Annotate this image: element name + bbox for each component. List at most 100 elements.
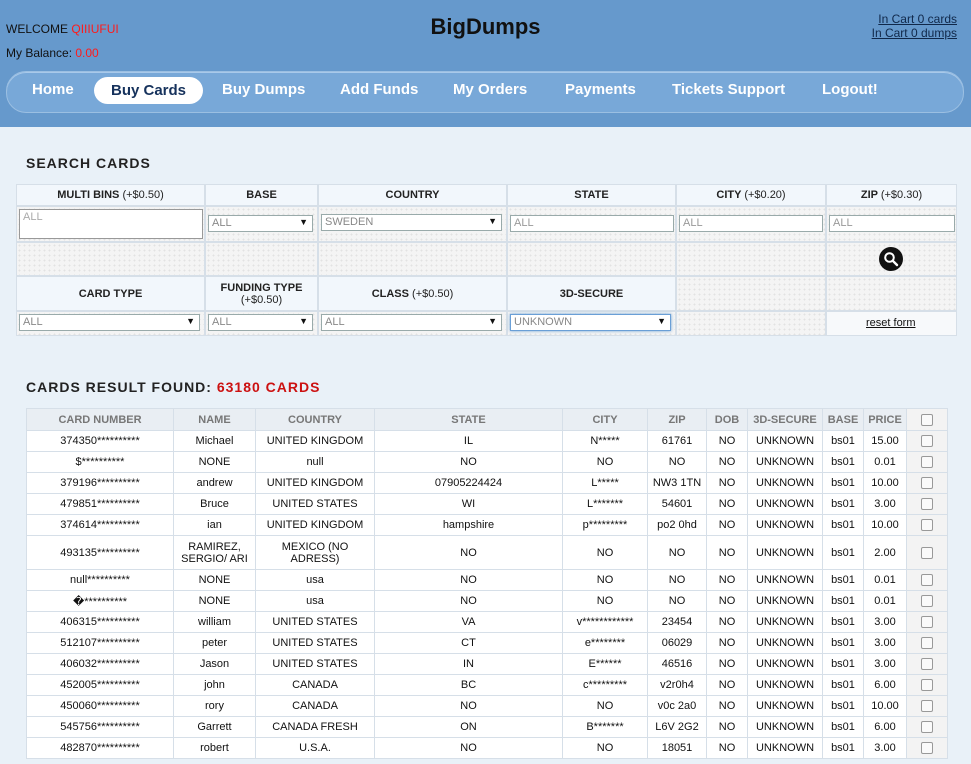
base-select-value: ALL: [212, 217, 232, 229]
cell-base: bs01: [822, 514, 864, 536]
chevron-down-icon: ▼: [186, 316, 195, 326]
cell-city: B*******: [562, 716, 648, 738]
col-select-all[interactable]: [906, 408, 948, 431]
cell-3d-secure: UNKNOWN: [747, 674, 823, 696]
row-select-cell[interactable]: [906, 590, 948, 612]
row-checkbox[interactable]: [921, 658, 933, 671]
table-row: 374350********** Michael UNITED KINGDOM IL N…: [26, 430, 948, 452]
base-select[interactable]: ALL ▼: [208, 215, 313, 232]
cell-city: NO: [562, 569, 648, 591]
row-checkbox[interactable]: [921, 546, 933, 559]
nav-my-orders[interactable]: My Orders: [453, 81, 527, 98]
row-select-cell[interactable]: [906, 611, 948, 633]
reset-form-link[interactable]: reset form: [866, 317, 916, 329]
col-state: STATE: [374, 408, 563, 431]
nav-logout[interactable]: Logout!: [822, 81, 878, 98]
city-input[interactable]: ALL: [679, 215, 823, 232]
nav-payments[interactable]: Payments: [565, 81, 636, 98]
row-checkbox[interactable]: [921, 742, 933, 755]
nav-tickets-support[interactable]: Tickets Support: [672, 81, 785, 98]
cell-country: U.S.A.: [255, 737, 375, 759]
cell-zip: L6V 2G2: [647, 716, 707, 738]
class-extra: (+$0.50): [412, 287, 454, 300]
search-button[interactable]: [879, 247, 903, 271]
multi-bins-input[interactable]: ALL: [19, 209, 203, 239]
cell-price: 3.00: [863, 632, 907, 654]
card-type-select[interactable]: ALL ▼: [19, 314, 200, 331]
class-select-value: ALL: [325, 316, 345, 328]
table-row: 545756********** Garrett CANADA FRESH ON B**…: [26, 716, 948, 738]
table-row: �********** NONE usa NO NO NO NO UNKNOWN bs01 0.0…: [26, 590, 948, 612]
cell-3d-secure: UNKNOWN: [747, 695, 823, 717]
cell-bg: [676, 276, 826, 311]
row-select-cell[interactable]: [906, 451, 948, 473]
row-checkbox[interactable]: [921, 477, 933, 490]
row-checkbox[interactable]: [921, 679, 933, 692]
cell-price: 3.00: [863, 737, 907, 759]
nav-buy-cards[interactable]: Buy Cards: [94, 77, 204, 104]
row-select-cell[interactable]: [906, 695, 948, 717]
class-select[interactable]: ALL ▼: [321, 314, 502, 331]
row-select-cell[interactable]: [906, 472, 948, 494]
cell-city: p*********: [562, 514, 648, 536]
search-title: SEARCH CARDS: [26, 155, 151, 171]
row-select-cell[interactable]: [906, 674, 948, 696]
row-select-cell[interactable]: [906, 737, 948, 759]
nav-home[interactable]: Home: [32, 81, 74, 98]
card-type-label: CARD TYPE: [78, 287, 143, 300]
zip-input[interactable]: ALL: [829, 215, 955, 232]
cell-card-number: $**********: [26, 451, 174, 473]
row-select-cell[interactable]: [906, 535, 948, 570]
row-checkbox[interactable]: [921, 574, 933, 587]
row-select-cell[interactable]: [906, 514, 948, 536]
row-checkbox[interactable]: [921, 435, 933, 448]
country-select[interactable]: SWEDEN ▼: [321, 214, 502, 231]
nav-buy-dumps[interactable]: Buy Dumps: [222, 81, 305, 98]
cell-dob: NO: [706, 695, 748, 717]
cell-base: bs01: [822, 632, 864, 654]
cart-dumps-link[interactable]: In Cart 0 dumps: [872, 26, 957, 40]
table-row: 379196********** andrew UNITED KINGDOM 0790…: [26, 472, 948, 494]
row-checkbox[interactable]: [921, 595, 933, 608]
nav-add-funds[interactable]: Add Funds: [340, 81, 418, 98]
row-checkbox[interactable]: [921, 637, 933, 650]
row-checkbox[interactable]: [921, 721, 933, 734]
cell-dob: NO: [706, 430, 748, 452]
row-select-cell[interactable]: [906, 569, 948, 591]
select-all-checkbox[interactable]: [921, 413, 933, 426]
cell-card-number: 374350**********: [26, 430, 174, 452]
header-funding-type: FUNDING TYPE (+$0.50): [205, 276, 318, 311]
3d-secure-select[interactable]: UNKNOWN ▼: [510, 314, 671, 331]
cell-zip: 46516: [647, 653, 707, 675]
cell-base: bs01: [822, 569, 864, 591]
cell-price: 3.00: [863, 493, 907, 515]
site-title: BigDumps: [430, 14, 541, 39]
cell-dob: NO: [706, 535, 748, 570]
row-checkbox[interactable]: [921, 498, 933, 511]
cell-3d-secure: UNKNOWN: [747, 535, 823, 570]
row-select-cell[interactable]: [906, 632, 948, 654]
zip-label: ZIP: [860, 189, 878, 201]
table-row: 452005********** john CANADA BC c********* v2…: [26, 674, 948, 696]
cell-dob: NO: [706, 737, 748, 759]
cell-state: hampshire: [374, 514, 563, 536]
row-checkbox[interactable]: [921, 616, 933, 629]
funding-type-select[interactable]: ALL ▼: [208, 314, 313, 331]
secure-label: 3D-SECURE: [559, 287, 624, 300]
row-checkbox[interactable]: [921, 700, 933, 713]
row-select-cell[interactable]: [906, 653, 948, 675]
cell-bg: [205, 242, 318, 276]
cell-price: 2.00: [863, 535, 907, 570]
cell-base: bs01: [822, 695, 864, 717]
cell-card-number: null**********: [26, 569, 174, 591]
row-select-cell[interactable]: [906, 716, 948, 738]
state-input[interactable]: ALL: [510, 215, 674, 232]
cart-cards-link[interactable]: In Cart 0 cards: [872, 12, 957, 26]
row-checkbox[interactable]: [921, 456, 933, 469]
row-select-cell[interactable]: [906, 493, 948, 515]
cell-3d-secure: UNKNOWN: [747, 611, 823, 633]
class-label: CLASS: [371, 287, 409, 300]
cell-base: bs01: [822, 674, 864, 696]
row-select-cell[interactable]: [906, 430, 948, 452]
row-checkbox[interactable]: [921, 519, 933, 532]
